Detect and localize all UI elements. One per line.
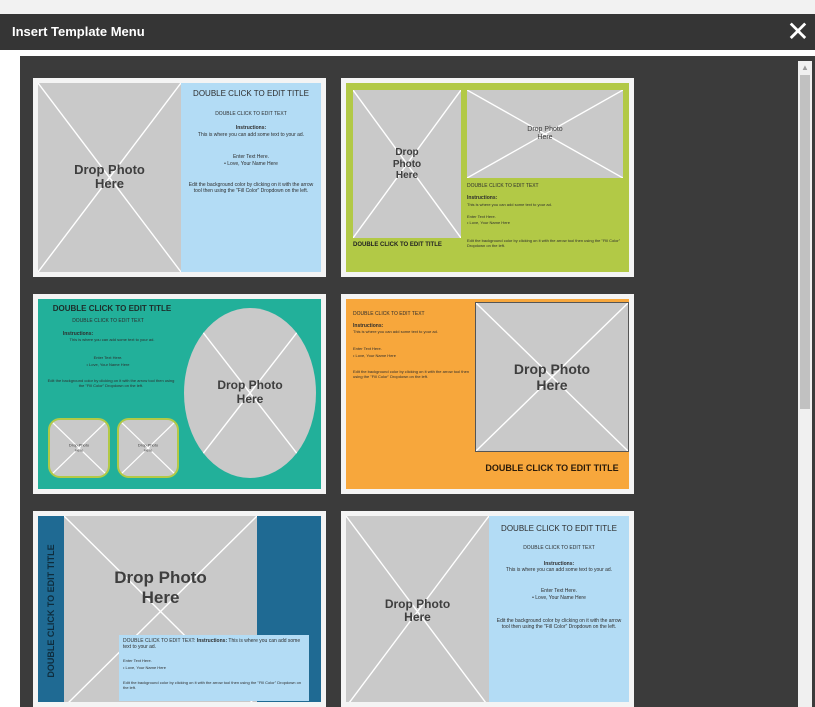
background-note: Edit the background color by clicking on… bbox=[188, 182, 314, 194]
text-panel: DOUBLE CLICK TO EDIT TITLE DOUBLE CLICK … bbox=[181, 83, 321, 272]
signature-text: • Love, Your Name Here bbox=[86, 362, 130, 367]
template-gallery[interactable]: Drop Photo Here DOUBLE CLICK TO EDIT TIT… bbox=[20, 56, 815, 707]
background-note: Edit the background color by clicking on… bbox=[496, 618, 622, 630]
drop-photo-label: Drop Photo Here bbox=[527, 125, 563, 141]
drop-photo-label: Drop Photo Here bbox=[392, 146, 422, 181]
template-card-3[interactable]: DOUBLE CLICK TO EDIT TITLE DOUBLE CLICK … bbox=[33, 294, 326, 494]
title-text: DOUBLE CLICK TO EDIT TITLE bbox=[52, 304, 172, 313]
photo-placeholder: Drop Photo Here bbox=[467, 90, 623, 178]
template-card-2[interactable]: Drop Photo Here Drop Photo Here DOUBLE C… bbox=[341, 78, 634, 277]
template-preview: Drop Photo Here Drop Photo Here DOUBLE C… bbox=[346, 83, 629, 272]
scroll-up-icon[interactable]: ▲ bbox=[798, 61, 812, 75]
body-heading: DOUBLE CLICK TO EDIT TEXT bbox=[467, 183, 539, 189]
drop-photo-label: Drop Photo Here bbox=[513, 360, 591, 393]
photo-placeholder: Drop Photo Here bbox=[38, 83, 181, 272]
photo-placeholder: Drop Photo Here bbox=[346, 516, 489, 702]
signature-text: • Love, Your Name Here bbox=[224, 161, 278, 167]
signature-text: • Love, Your Name Here bbox=[123, 665, 166, 670]
drop-photo-label: Drop Photo Here bbox=[74, 161, 145, 192]
body-heading: DOUBLE CLICK TO EDIT TEXT bbox=[72, 318, 144, 324]
background-note: Edit the background color by clicking on… bbox=[123, 680, 302, 690]
instructions-label: Instructions: bbox=[196, 638, 228, 644]
template-preview: DOUBLE CLICK TO EDIT TITLE DOUBLE CLICK … bbox=[38, 299, 321, 489]
title-text: DOUBLE CLICK TO EDIT TITLE bbox=[46, 544, 56, 678]
photo-placeholder: Drop Photo Here bbox=[117, 418, 179, 478]
window-top-strip bbox=[0, 0, 815, 14]
text-panel: DOUBLE CLICK TO EDIT TITLE DOUBLE CLICK … bbox=[489, 516, 629, 702]
dialog-header: Insert Template Menu ✕ bbox=[0, 14, 815, 50]
drop-photo-label: Drop Photo Here bbox=[217, 378, 283, 406]
signature-text: • Love, Your Name Here bbox=[353, 353, 396, 358]
instructions-body: This is where you can add some text to y… bbox=[467, 202, 552, 207]
title-text: DOUBLE CLICK TO EDIT TITLE bbox=[485, 463, 619, 473]
title-text: DOUBLE CLICK TO EDIT TITLE bbox=[353, 242, 442, 248]
background-note: Edit the background color by clicking on… bbox=[47, 378, 175, 388]
drop-photo-label: Drop Photo Here bbox=[68, 442, 90, 452]
enter-text: Enter Text Here. bbox=[93, 355, 123, 360]
drop-photo-label: Drop Photo Here bbox=[114, 568, 207, 607]
enter-text: Enter Text Here. bbox=[123, 658, 152, 663]
instructions-label: Instructions: bbox=[235, 125, 267, 131]
vertical-scrollbar[interactable]: ▲ bbox=[798, 61, 812, 707]
background-note: Edit the background color by clicking on… bbox=[353, 369, 470, 379]
template-preview: Drop Photo Here DOUBLE CLICK TO EDIT TIT… bbox=[346, 516, 629, 702]
body-heading: DOUBLE CLICK TO EDIT TEXT bbox=[523, 545, 595, 551]
template-preview: DOUBLE CLICK TO EDIT TEXT Instructions: … bbox=[346, 299, 629, 489]
instructions-body: This is where you can add some text to y… bbox=[505, 567, 613, 573]
template-preview: DOUBLE CLICK TO EDIT TITLE Drop Photo He… bbox=[38, 516, 321, 702]
enter-text: Enter Text Here. bbox=[353, 346, 382, 351]
title-text: DOUBLE CLICK TO EDIT TITLE bbox=[193, 89, 309, 98]
drop-photo-label: Drop Photo Here bbox=[137, 442, 159, 452]
template-card-1[interactable]: Drop Photo Here DOUBLE CLICK TO EDIT TIT… bbox=[33, 78, 326, 277]
photo-placeholder: Drop Photo Here bbox=[48, 418, 110, 478]
enter-text: Enter Text Here. bbox=[232, 154, 270, 160]
body-heading: DOUBLE CLICK TO EDIT TEXT bbox=[353, 311, 425, 317]
text-panel: DOUBLE CLICK TO EDIT TEXT: Instructions:… bbox=[119, 635, 309, 701]
template-card-4[interactable]: DOUBLE CLICK TO EDIT TEXT Instructions: … bbox=[341, 294, 634, 494]
signature-text: • Love, Your Name Here bbox=[532, 595, 586, 601]
instructions-label: Instructions: bbox=[467, 195, 498, 201]
photo-placeholder: Drop Photo Here bbox=[353, 90, 461, 238]
title-bar: DOUBLE CLICK TO EDIT TITLE bbox=[38, 516, 64, 702]
background-note: Edit the background color by clicking on… bbox=[467, 238, 621, 248]
instructions-body: This is where you can add some text to y… bbox=[197, 132, 305, 138]
photo-placeholder: Drop Photo Here bbox=[475, 302, 629, 452]
dialog-title: Insert Template Menu bbox=[12, 24, 145, 39]
enter-text: Enter Text Here. bbox=[540, 588, 578, 594]
template-preview: Drop Photo Here DOUBLE CLICK TO EDIT TIT… bbox=[38, 83, 321, 272]
signature-text: • Love, Your Name Here bbox=[467, 220, 510, 225]
template-card-6[interactable]: Drop Photo Here DOUBLE CLICK TO EDIT TIT… bbox=[341, 511, 634, 707]
drop-photo-label: Drop Photo Here bbox=[384, 596, 451, 625]
photo-placeholder-oval: Drop Photo Here bbox=[184, 308, 316, 478]
scroll-thumb[interactable] bbox=[800, 75, 810, 409]
title-text: DOUBLE CLICK TO EDIT TITLE bbox=[501, 524, 617, 533]
body-heading: DOUBLE CLICK TO EDIT TEXT bbox=[215, 111, 287, 117]
body-heading-line: DOUBLE CLICK TO EDIT TEXT: Instructions:… bbox=[123, 638, 309, 650]
enter-text: Enter Text Here. bbox=[467, 214, 496, 219]
instructions-body: This is where you can add some text to y… bbox=[353, 329, 438, 334]
template-card-5[interactable]: DOUBLE CLICK TO EDIT TITLE Drop Photo He… bbox=[33, 511, 326, 707]
instructions-body: This is where you can add some text to y… bbox=[69, 337, 155, 342]
close-icon[interactable]: ✕ bbox=[783, 17, 813, 47]
